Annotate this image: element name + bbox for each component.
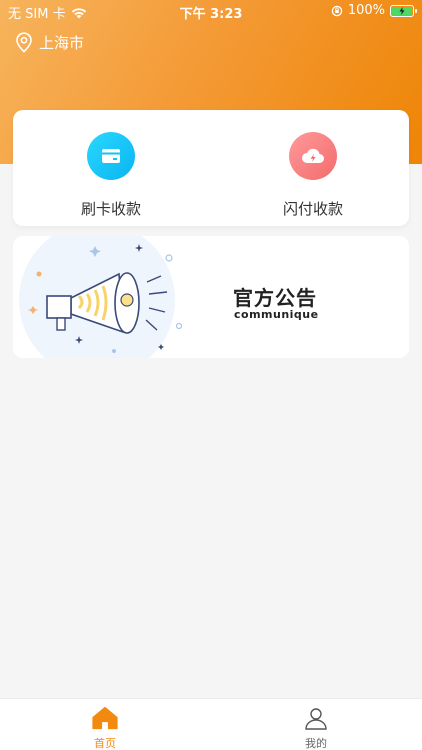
- battery-percent: 100%: [347, 3, 385, 18]
- payment-actions-card: 刷卡收款 闪付收款: [13, 110, 409, 226]
- quickpass-payment-label: 闪付收款: [282, 200, 343, 218]
- tab-mine[interactable]: 我的: [276, 705, 356, 750]
- card-payment-icon-circle: [87, 132, 135, 180]
- quickpass-payment-button[interactable]: 闪付收款: [253, 132, 373, 219]
- tab-home[interactable]: 首页: [65, 705, 145, 750]
- location-city: 上海市: [39, 34, 85, 52]
- notice-title: 官方公告: [233, 286, 317, 310]
- official-notice-banner[interactable]: 官方公告 communique: [13, 236, 409, 358]
- charging-bolt-icon: [399, 6, 405, 15]
- megaphone-icon: [19, 236, 183, 358]
- location-selector[interactable]: 上海市: [15, 32, 84, 53]
- status-bar: 无 SIM 卡 下午 3:23 100%: [0, 0, 422, 22]
- tab-home-label: 首页: [94, 737, 116, 750]
- orientation-lock-icon: [331, 5, 343, 16]
- battery-icon: [390, 4, 417, 17]
- quickpass-icon-circle: [289, 132, 337, 180]
- home-icon: [92, 706, 118, 730]
- cloud-lightning-icon: [302, 148, 324, 163]
- tab-mine-label: 我的: [305, 737, 327, 750]
- bottom-tab-bar: 首页 我的: [0, 698, 422, 750]
- card-payment-label: 刷卡收款: [80, 200, 141, 218]
- status-right: 100%: [331, 3, 417, 18]
- card-icon: [102, 149, 120, 163]
- user-icon: [305, 708, 327, 730]
- notice-subtitle: communique: [234, 308, 319, 321]
- card-payment-button[interactable]: 刷卡收款: [51, 132, 171, 219]
- location-pin-icon: [16, 32, 32, 53]
